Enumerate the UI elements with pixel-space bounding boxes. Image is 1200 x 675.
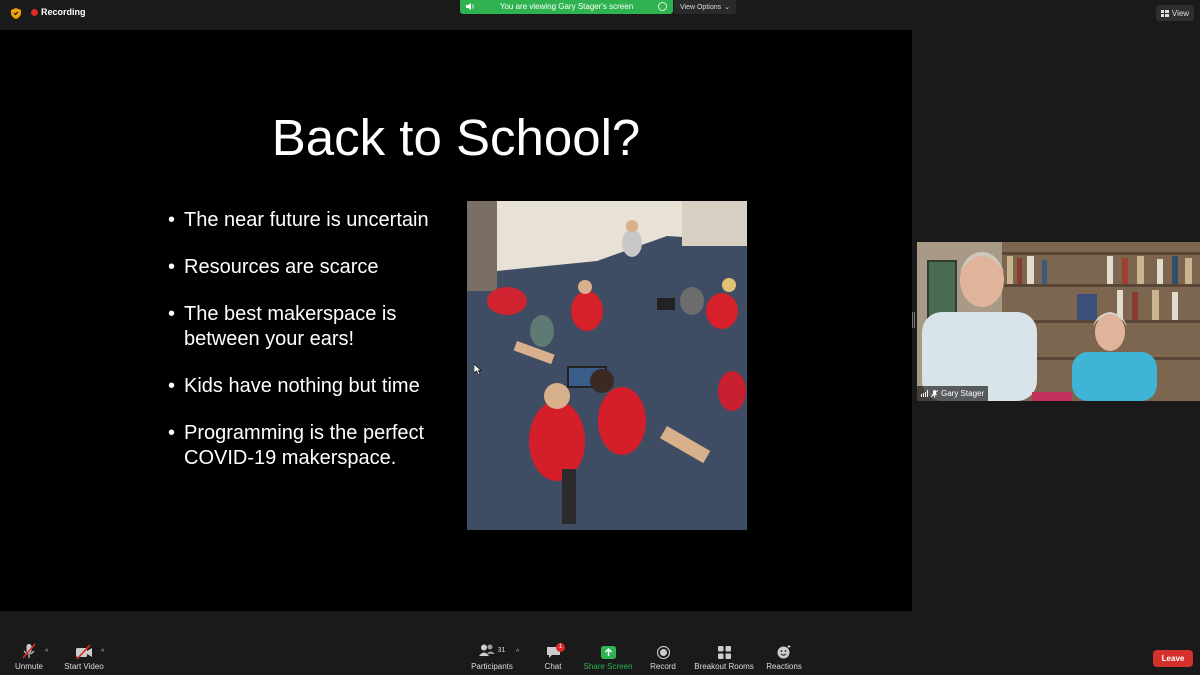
panel-resize-handle[interactable] [912,312,915,328]
chat-label: Chat [544,662,562,671]
record-label: Record [650,662,676,671]
view-label: View [1171,8,1190,18]
participant-name: Gary Stager [941,389,985,398]
breakout-rooms-icon [717,646,731,659]
audio-options-caret-icon[interactable]: ^ [45,649,48,656]
recording-label: Recording [41,7,86,17]
participant-video [917,242,1200,401]
start-video-button[interactable]: Start Video [62,641,106,675]
share-screen-label: Share Screen [583,662,633,671]
chat-unread-badge: 1 [556,643,565,652]
breakout-rooms-label: Breakout Rooms [694,662,754,671]
screen-share-banner: You are viewing Gary Stager's screen [460,0,673,14]
participant-name-bar: Gary Stager [917,386,989,401]
unmute-label: Unmute [14,662,43,671]
video-options-caret-icon[interactable]: ^ [101,649,104,656]
share-screen-button[interactable]: Share Screen [582,641,634,675]
slide-bullet-list: The near future is uncertain Resources a… [168,208,458,493]
breakout-rooms-button[interactable]: Breakout Rooms [694,641,754,675]
participants-icon [478,644,495,656]
reactions-button[interactable]: Reactions [764,641,804,675]
security-shield-icon[interactable] [11,8,21,19]
start-video-label: Start Video [64,662,104,671]
mouse-cursor-icon [474,364,482,375]
grid-view-icon [1160,9,1169,17]
participants-label: Participants [471,662,513,671]
shared-screen[interactable]: Back to School? The near future is uncer… [0,30,912,611]
top-bar: Recording You are viewing Gary Stager's … [0,0,1200,28]
view-button[interactable]: View [1156,5,1194,21]
unmute-button[interactable]: Unmute [12,641,46,675]
participants-options-caret-icon[interactable]: ^ [516,649,519,656]
share-banner-text: You are viewing Gary Stager's screen [499,2,634,11]
participants-count: 31 [497,646,506,654]
meeting-toolbar: Unmute ^ Start Video ^ 31 Participants ^… [0,641,1200,675]
slide-title: Back to School? [271,109,641,166]
participants-button[interactable]: 31 Participants [468,641,516,675]
view-options-label: View Options [680,3,722,11]
reactions-label: Reactions [766,662,802,671]
recording-indicator[interactable]: Recording [31,7,86,17]
view-options-button[interactable]: View Options ⌄ [674,0,736,14]
muted-microphone-icon [22,643,36,659]
stop-share-icon[interactable] [658,2,667,11]
zoom-meeting-window: Recording You are viewing Gary Stager's … [0,0,1200,675]
participant-video-tile[interactable]: Gary Stager [917,242,1200,401]
share-screen-icon [600,646,616,659]
classroom-photo [467,201,747,530]
recording-dot-icon [31,8,38,16]
slide-bullet: Kids have nothing but time [168,374,458,399]
slide-bullet: Resources are scarce [168,255,458,280]
smiley-reaction-icon [777,645,791,659]
connection-strength-icon [921,390,928,397]
record-icon [656,646,670,659]
video-off-icon [76,645,92,659]
slide-bullet: Programming is the perfect COVID-19 make… [168,421,458,471]
chevron-down-icon: ⌄ [724,4,730,11]
muted-mic-icon [931,389,938,398]
slide-bullet: The near future is uncertain [168,208,458,233]
record-button[interactable]: Record [648,641,678,675]
leave-button[interactable]: Leave [1153,650,1193,667]
slide-bullet: The best makerspace is between your ears… [168,302,458,352]
